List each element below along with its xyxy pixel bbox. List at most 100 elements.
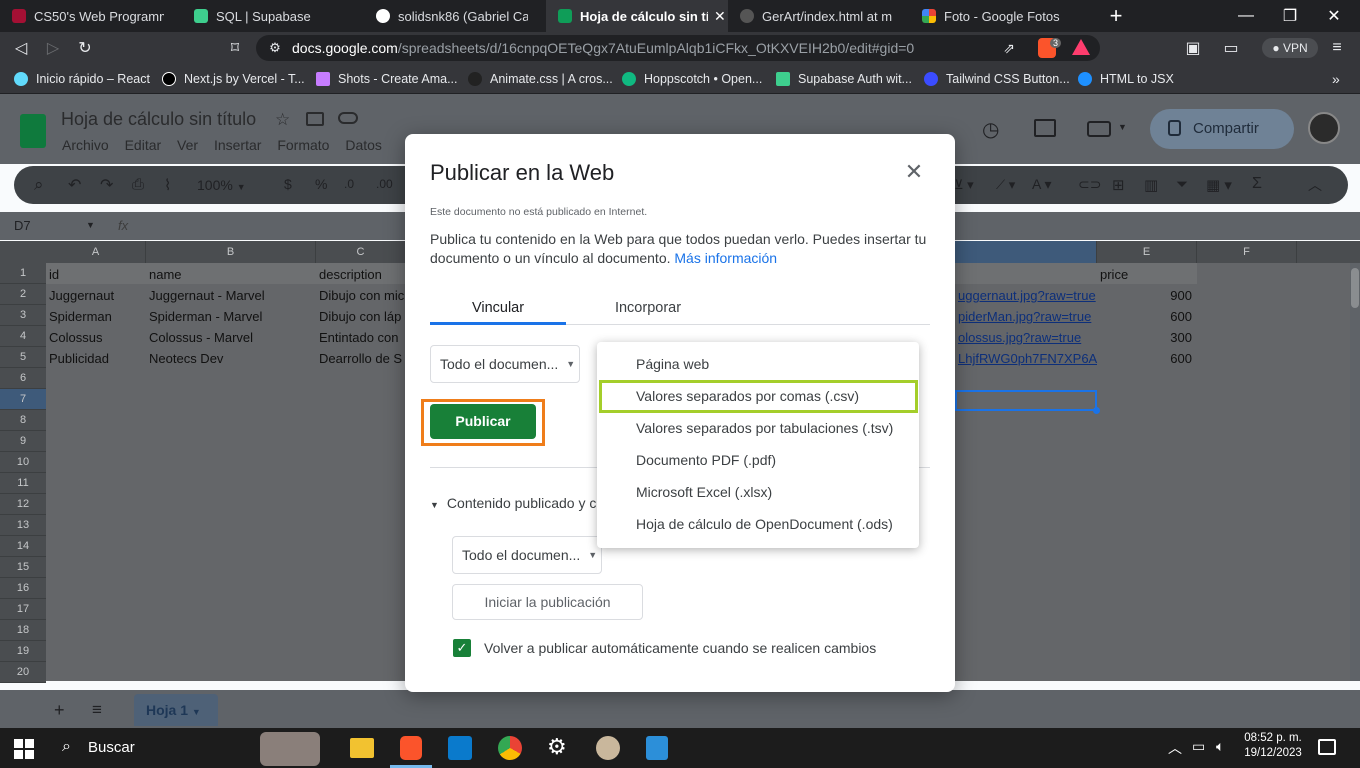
cell[interactable]: Publicidad bbox=[46, 348, 146, 369]
row-header[interactable]: 2 bbox=[0, 284, 46, 305]
cell[interactable]: Juggernaut - Marvel bbox=[146, 285, 316, 306]
row-header[interactable]: 11 bbox=[0, 473, 46, 494]
text-wrap-icon[interactable]: ⊻ ▾ bbox=[954, 177, 974, 193]
cell[interactable]: id bbox=[46, 264, 146, 285]
volume-icon[interactable]: 🔈︎ bbox=[1216, 738, 1224, 755]
menu-item-ods[interactable]: Hoja de cálculo de OpenDocument (.ods) bbox=[597, 508, 919, 540]
more-info-link[interactable]: Más información bbox=[674, 250, 777, 266]
text-rotation-icon[interactable]: ⟋ ▾ bbox=[996, 177, 1015, 193]
photos-app-icon[interactable] bbox=[646, 736, 668, 760]
column-header-e[interactable]: E bbox=[1097, 241, 1197, 263]
column-header-d[interactable] bbox=[955, 241, 1097, 263]
published-content-toggle[interactable]: ▼ Contenido publicado y c bbox=[430, 495, 596, 511]
row-header[interactable]: 12 bbox=[0, 494, 46, 515]
browser-tab[interactable]: GerArt/index.html at maste bbox=[728, 0, 910, 32]
tray-chevron-icon[interactable]: ︿ bbox=[1168, 738, 1182, 758]
publish-button[interactable]: Publicar bbox=[430, 404, 536, 439]
cell-link[interactable]: piderMan.jpg?raw=true bbox=[955, 306, 1097, 327]
bookmark-item[interactable]: Tailwind CSS Button... bbox=[924, 64, 1070, 94]
increase-decimal-icon[interactable]: .00 bbox=[376, 177, 393, 191]
cell-link[interactable]: uggernaut.jpg?raw=true bbox=[955, 285, 1097, 306]
vscode-icon[interactable] bbox=[448, 736, 472, 760]
bookmark-icon[interactable]: ⌑ bbox=[222, 32, 248, 64]
column-header-f[interactable]: F bbox=[1197, 241, 1297, 263]
menu-item-web-page[interactable]: Página web bbox=[597, 348, 919, 380]
cell[interactable]: Colossus - Marvel bbox=[146, 327, 316, 348]
chrome-icon[interactable] bbox=[498, 736, 522, 760]
bookmark-item[interactable]: Supabase Auth wit... bbox=[776, 64, 912, 94]
print-icon[interactable]: ⎙ bbox=[132, 176, 144, 193]
all-sheets-icon[interactable]: ≡ bbox=[92, 700, 102, 720]
cell[interactable]: Dearrollo de S bbox=[316, 348, 406, 369]
functions-icon[interactable]: Σ bbox=[1252, 175, 1262, 193]
cell[interactable]: Dibujo con mic bbox=[316, 285, 406, 306]
bookmark-item[interactable]: HTML to JSX bbox=[1078, 64, 1174, 94]
row-header[interactable]: 9 bbox=[0, 431, 46, 452]
notifications-icon[interactable] bbox=[1318, 739, 1336, 755]
search-icon[interactable]: ⌕ bbox=[62, 738, 71, 756]
cell[interactable]: Dibujo con láp bbox=[316, 306, 406, 327]
cell[interactable]: name bbox=[146, 264, 316, 285]
chevron-down-icon[interactable]: ▼ bbox=[1118, 122, 1127, 132]
cell[interactable]: Spiderman - Marvel bbox=[146, 306, 316, 327]
menu-datos[interactable]: Datos bbox=[345, 137, 382, 153]
taskbar-search[interactable]: Buscar bbox=[88, 739, 135, 756]
avatar[interactable] bbox=[1308, 112, 1340, 144]
cell[interactable]: description bbox=[316, 264, 406, 285]
cell[interactable]: Neotecs Dev bbox=[146, 348, 316, 369]
close-icon[interactable]: ✕ bbox=[902, 160, 926, 184]
cell[interactable]: 600 bbox=[1097, 306, 1197, 327]
menu-ver[interactable]: Ver bbox=[177, 137, 198, 153]
bookmark-item[interactable]: Next.js by Vercel - T... bbox=[162, 64, 305, 94]
sheet-tab-active[interactable]: Hoja 1 ▼ bbox=[134, 694, 218, 726]
row-header[interactable]: 13 bbox=[0, 515, 46, 536]
cell-link[interactable]: olossus.jpg?raw=true bbox=[955, 327, 1097, 348]
windows-start-icon[interactable] bbox=[14, 739, 34, 759]
file-explorer-icon[interactable] bbox=[350, 738, 374, 758]
network-icon[interactable]: ▭ bbox=[1192, 738, 1205, 755]
menu-item-tsv[interactable]: Valores separados por tabulaciones (.tsv… bbox=[597, 412, 919, 444]
comments-icon[interactable] bbox=[1034, 119, 1056, 137]
reload-icon[interactable]: ↻ bbox=[72, 32, 98, 64]
zoom-select[interactable]: 100% ▼ bbox=[197, 177, 246, 193]
cell[interactable]: Colossus bbox=[46, 327, 146, 348]
more-bookmarks-icon[interactable]: » bbox=[1332, 64, 1340, 94]
start-publishing-button[interactable]: Iniciar la publicación bbox=[452, 584, 643, 620]
cell[interactable]: 900 bbox=[1097, 285, 1197, 306]
close-window-icon[interactable]: ✕ bbox=[1312, 0, 1356, 32]
bookmark-item[interactable]: Shots - Create Ama... bbox=[316, 64, 458, 94]
vertical-scrollbar[interactable] bbox=[1350, 263, 1360, 681]
row-header[interactable]: 3 bbox=[0, 305, 46, 326]
scope-select[interactable]: Todo el documen... ▼ bbox=[430, 345, 580, 383]
column-header-a[interactable]: A bbox=[46, 241, 146, 263]
redo-icon[interactable]: ↷ bbox=[100, 175, 113, 195]
menu-archivo[interactable]: Archivo bbox=[62, 137, 109, 153]
column-header-c[interactable]: C bbox=[316, 241, 406, 263]
browser-tab[interactable]: Foto - Google Fotos bbox=[910, 0, 1092, 32]
sidebar-icon[interactable]: ▣ bbox=[1180, 32, 1206, 64]
minimize-icon[interactable]: — bbox=[1224, 0, 1268, 32]
paint-format-icon[interactable]: ⌇ bbox=[164, 176, 171, 194]
row-header[interactable]: 20 bbox=[0, 662, 46, 683]
republish-checkbox[interactable]: ✓ bbox=[453, 639, 471, 657]
history-icon[interactable]: ◷ bbox=[982, 117, 999, 142]
bookmark-item[interactable]: Animate.css | A cros... bbox=[468, 64, 613, 94]
row-header[interactable]: 8 bbox=[0, 410, 46, 431]
menu-item-xlsx[interactable]: Microsoft Excel (.xlsx) bbox=[597, 476, 919, 508]
row-header[interactable]: 10 bbox=[0, 452, 46, 473]
row-header[interactable]: 4 bbox=[0, 326, 46, 347]
menu-icon[interactable]: ≡ bbox=[1324, 32, 1350, 64]
selected-cell[interactable] bbox=[955, 390, 1097, 411]
percent-format-icon[interactable]: % bbox=[315, 176, 327, 192]
row-header[interactable]: 18 bbox=[0, 620, 46, 641]
sheets-logo-icon[interactable] bbox=[20, 114, 46, 148]
close-tab-icon[interactable]: ✕ bbox=[714, 8, 726, 25]
brave-taskbar-icon[interactable] bbox=[400, 736, 422, 760]
bookmark-item[interactable]: Inicio rápido – React bbox=[14, 64, 150, 94]
undo-icon[interactable]: ↶ bbox=[68, 175, 81, 195]
fill-handle[interactable] bbox=[1093, 407, 1100, 414]
star-icon[interactable]: ☆ bbox=[275, 110, 290, 130]
search-menus-icon[interactable]: ⌕ bbox=[34, 175, 44, 195]
chevron-down-icon[interactable]: ▼ bbox=[86, 220, 95, 230]
new-tab-icon[interactable]: + bbox=[1094, 0, 1138, 32]
